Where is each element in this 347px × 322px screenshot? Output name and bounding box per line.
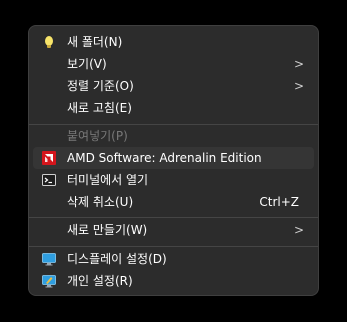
- chevron-right-icon: >: [293, 57, 304, 71]
- menu-item-label: AMD Software: Adrenalin Edition: [67, 151, 262, 165]
- menu-item-label: 디스플레이 설정(D): [67, 252, 167, 266]
- chevron-right-icon: >: [293, 223, 304, 237]
- menu-item-label: 개인 설정(R): [67, 274, 133, 288]
- context-menu: 새 폴더(N) 보기(V) > 정렬 기준(O) > 새로 고침(E) 붙여넣기…: [28, 25, 319, 296]
- menu-item-label: 터미널에서 열기: [67, 173, 149, 187]
- menu-item-new[interactable]: 새로 만들기(W) >: [33, 219, 314, 241]
- shortcut-label: Ctrl+Z: [259, 195, 299, 209]
- menu-item-open-terminal[interactable]: 터미널에서 열기: [33, 169, 314, 191]
- menu-item-amd-software[interactable]: AMD Software: Adrenalin Edition: [33, 147, 314, 169]
- menu-item-label: 새로 고침(E): [67, 101, 132, 115]
- menu-item-display-settings[interactable]: 디스플레이 설정(D): [33, 248, 314, 270]
- menu-item-label: 삭제 취소(U): [67, 195, 134, 209]
- personalize-icon: [42, 275, 56, 288]
- menu-item-label: 정렬 기준(O): [67, 79, 134, 93]
- amd-logo-icon: [42, 151, 56, 165]
- menu-item-paste: 붙여넣기(P): [33, 125, 314, 147]
- menu-item-view[interactable]: 보기(V) >: [33, 53, 314, 75]
- menu-item-refresh[interactable]: 새로 고침(E): [33, 97, 314, 119]
- menu-divider: [29, 217, 318, 218]
- terminal-icon: [42, 174, 56, 186]
- menu-item-undo-delete[interactable]: 삭제 취소(U) Ctrl+Z: [33, 191, 314, 213]
- menu-item-label: 붙여넣기(P): [67, 129, 128, 143]
- chevron-right-icon: >: [293, 79, 304, 93]
- lightbulb-icon: [45, 36, 53, 48]
- menu-item-label: 새로 만들기(W): [67, 223, 148, 237]
- menu-divider: [29, 246, 318, 247]
- menu-item-sort-by[interactable]: 정렬 기준(O) >: [33, 75, 314, 97]
- menu-item-new-folder[interactable]: 새 폴더(N): [33, 31, 314, 53]
- menu-item-label: 새 폴더(N): [67, 35, 123, 49]
- display-icon: [42, 253, 56, 266]
- menu-item-label: 보기(V): [67, 57, 107, 71]
- menu-item-personalize[interactable]: 개인 설정(R): [33, 270, 314, 292]
